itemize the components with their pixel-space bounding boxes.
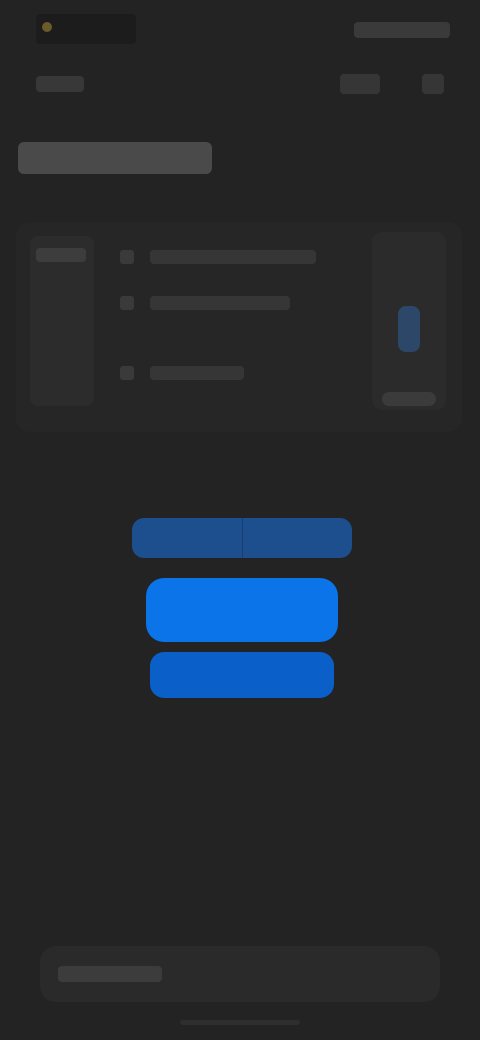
app-screen	[0, 0, 480, 1040]
card-row-text	[150, 366, 244, 380]
secondary-action-button[interactable]	[150, 652, 334, 698]
bullet-icon	[120, 296, 134, 310]
card-row-text	[150, 250, 316, 264]
segment-option-1[interactable]	[132, 518, 242, 558]
back-button[interactable]	[36, 76, 84, 92]
bullet-icon	[120, 250, 134, 264]
segmented-control	[132, 518, 352, 558]
card-left-label	[36, 248, 86, 262]
status-indicators	[354, 22, 450, 38]
card-right-panel[interactable]	[372, 232, 446, 410]
info-card	[16, 222, 462, 432]
status-bar	[0, 0, 480, 60]
card-right-label	[382, 392, 436, 406]
card-row	[120, 366, 250, 380]
card-row-text	[150, 296, 290, 310]
bullet-icon	[120, 366, 134, 380]
card-row	[120, 250, 320, 264]
nav-bar	[0, 64, 480, 108]
card-row	[120, 296, 300, 310]
home-indicator	[180, 1020, 300, 1025]
nav-action-button[interactable]	[340, 74, 380, 94]
bottom-bar-label	[58, 966, 162, 982]
bottom-bar[interactable]	[40, 946, 440, 1002]
primary-action-button[interactable]	[146, 578, 338, 642]
card-accent-indicator	[398, 306, 420, 352]
status-dot-icon	[42, 22, 52, 32]
action-button-group	[120, 498, 360, 718]
page-title	[18, 138, 218, 176]
nav-more-button[interactable]	[422, 74, 444, 94]
segment-option-2[interactable]	[242, 518, 352, 558]
